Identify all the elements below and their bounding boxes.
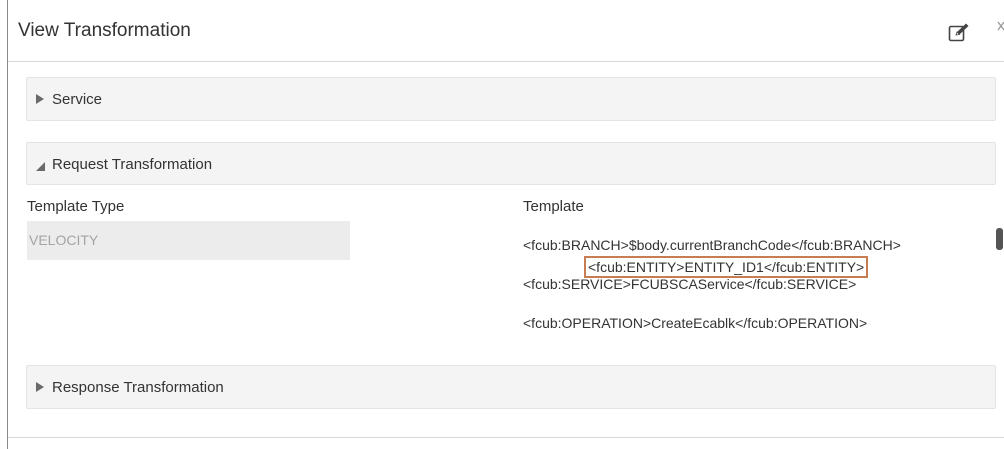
template-scrollbar[interactable] — [996, 228, 1003, 250]
template-line-entity-highlighted: <fcub:ENTITY>ENTITY_ID1</fcub:ENTITY> — [584, 256, 869, 278]
template-type-label: Template Type — [27, 198, 125, 215]
close-icon[interactable] — [996, 18, 1004, 38]
template-text-area[interactable]: <fcub:BRANCH>$body.currentBranchCode</fc… — [523, 222, 1004, 354]
edit-icon[interactable] — [948, 22, 970, 42]
caret-right-icon — [36, 382, 44, 392]
section-service[interactable]: Service — [26, 77, 996, 121]
dialog-header: View Transformation — [8, 0, 1004, 62]
template-label: Template — [523, 198, 584, 215]
section-response-transformation[interactable]: Response Transformation — [26, 365, 996, 409]
view-transformation-dialog: View Transformation Service Request Tran… — [8, 0, 1004, 438]
template-line-operation: <fcub:OPERATION>CreateEcablk</fcub:OPERA… — [523, 315, 868, 331]
section-request-label: Request Transformation — [52, 156, 213, 173]
template-line-service: <fcub:SERVICE>FCUBSCAService</fcub:SERVI… — [523, 276, 857, 292]
section-service-label: Service — [52, 91, 103, 108]
template-line-branch: <fcub:BRANCH>$body.currentBranchCode</fc… — [523, 237, 901, 253]
template-type-field: VELOCITY — [27, 221, 350, 260]
caret-right-icon — [36, 94, 44, 104]
section-request-transformation[interactable]: Request Transformation — [26, 142, 996, 185]
section-response-label: Response Transformation — [52, 379, 224, 396]
dialog-title: View Transformation — [18, 20, 191, 41]
caret-down-icon — [36, 162, 45, 171]
screen: View Transformation Service Request Tran… — [0, 0, 1004, 449]
